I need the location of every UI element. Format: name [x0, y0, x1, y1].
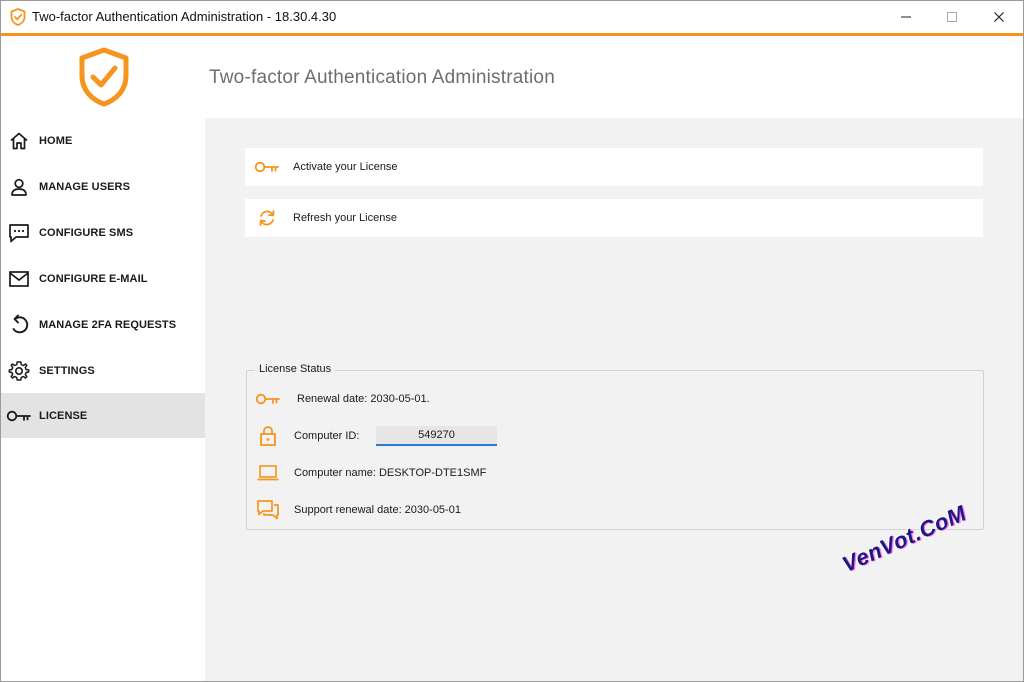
title-bar: Two-factor Authentication Administration… — [1, 1, 1023, 33]
key-icon — [6, 405, 32, 427]
chat-icon — [8, 222, 30, 244]
minimize-button[interactable] — [883, 1, 929, 33]
refresh-license-label: Refresh your License — [293, 212, 397, 224]
shield-check-icon — [79, 47, 129, 107]
sidebar-item-label: HOME — [39, 134, 73, 147]
sidebar-item-configure-sms[interactable]: CONFIGURE SMS — [1, 210, 205, 255]
chat-bubbles-icon — [255, 498, 281, 522]
minimize-icon — [901, 16, 911, 18]
shield-check-icon — [10, 8, 26, 26]
laptop-icon — [255, 461, 281, 485]
sidebar-item-label: CONFIGURE SMS — [39, 226, 134, 239]
renewal-date-text: Renewal date: 2030-05-01. — [297, 393, 430, 405]
gear-icon — [8, 360, 30, 382]
computer-id-row: Computer ID: — [247, 424, 983, 452]
activate-license-button[interactable]: Activate your License — [245, 148, 983, 186]
computer-name-text: Computer name: DESKTOP-DTE1SMF — [294, 467, 487, 479]
sidebar-item-label: MANAGE 2FA REQUESTS — [39, 318, 177, 331]
computer-id-field[interactable] — [376, 426, 497, 446]
refresh-license-button[interactable]: Refresh your License — [245, 199, 983, 237]
home-icon — [8, 130, 30, 152]
sidebar: HOME MANAGE USERS CONFIGURE SMS CONFIGUR… — [1, 118, 205, 681]
app-window: Two-factor Authentication Administration… — [0, 0, 1024, 682]
sidebar-item-label: CONFIGURE E-MAIL — [39, 272, 148, 285]
close-button[interactable] — [976, 1, 1022, 33]
envelope-icon — [8, 268, 30, 290]
main-content: Activate your License Refresh your Licen… — [205, 118, 1023, 681]
computer-name-row: Computer name: DESKTOP-DTE1SMF — [247, 461, 983, 489]
close-icon — [994, 12, 1004, 22]
sidebar-item-label: LICENSE — [39, 409, 88, 422]
activate-license-label: Activate your License — [293, 161, 398, 173]
maximize-button[interactable] — [929, 1, 975, 33]
sidebar-item-label: SETTINGS — [39, 364, 95, 377]
lock-icon — [255, 424, 281, 448]
computer-id-label: Computer ID: — [294, 430, 360, 442]
sidebar-item-label: MANAGE USERS — [39, 180, 131, 193]
window-title: Two-factor Authentication Administration… — [32, 9, 337, 24]
sidebar-item-manage-users[interactable]: MANAGE USERS — [1, 164, 205, 209]
maximize-icon — [947, 12, 957, 22]
refresh-icon — [255, 206, 279, 230]
sidebar-item-manage-2fa-requests[interactable]: MANAGE 2FA REQUESTS — [1, 302, 205, 347]
undo-icon — [8, 314, 30, 336]
sidebar-item-home[interactable]: HOME — [1, 118, 205, 163]
page-title: Two-factor Authentication Administration — [209, 67, 555, 88]
renewal-date-row: Renewal date: 2030-05-01. — [247, 387, 983, 415]
sidebar-item-settings[interactable]: SETTINGS — [1, 348, 205, 393]
key-icon — [255, 387, 281, 411]
user-icon — [8, 176, 30, 198]
license-status-legend: License Status — [255, 363, 336, 375]
sidebar-item-configure-email[interactable]: CONFIGURE E-MAIL — [1, 256, 205, 301]
sidebar-item-license[interactable]: LICENSE — [1, 393, 205, 438]
support-renewal-row: Support renewal date: 2030-05-01 — [247, 498, 983, 526]
license-status-group: License Status Renewal date: 2030-05-01.… — [246, 363, 984, 530]
support-renewal-text: Support renewal date: 2030-05-01 — [294, 504, 461, 516]
accent-bar — [1, 33, 1023, 36]
key-icon — [253, 155, 281, 179]
